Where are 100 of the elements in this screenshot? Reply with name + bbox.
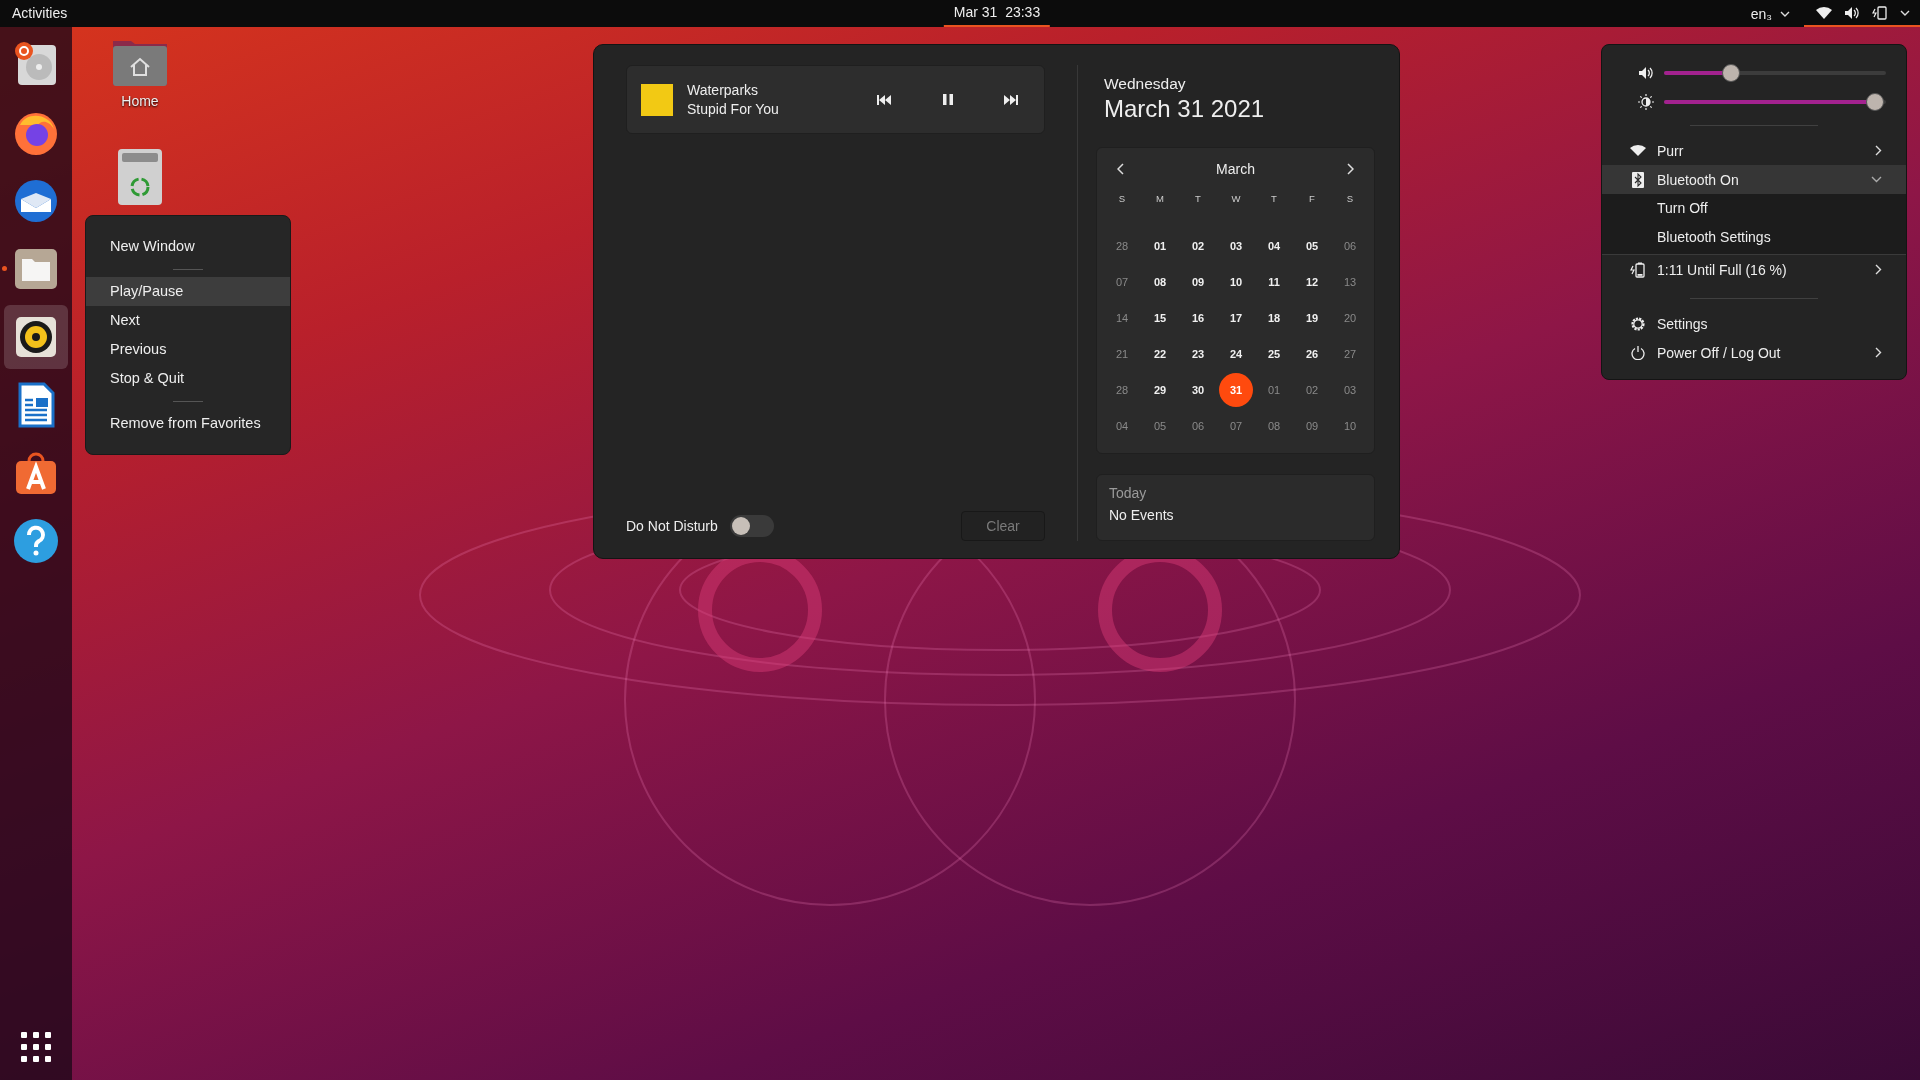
activities-button[interactable]: Activities xyxy=(0,0,80,27)
calendar-day[interactable]: 16 xyxy=(1181,301,1215,335)
weekday-header: T xyxy=(1194,192,1202,206)
speaker-icon xyxy=(1844,5,1860,20)
calendar-day[interactable]: 25 xyxy=(1257,337,1291,371)
calendar-day[interactable]: 08 xyxy=(1257,409,1291,443)
calendar-day[interactable]: 05 xyxy=(1295,229,1329,263)
calendar-day[interactable]: 10 xyxy=(1333,409,1367,443)
calendar-day[interactable]: 21 xyxy=(1105,337,1139,371)
toggle-switch[interactable] xyxy=(729,515,774,537)
chevron-right-icon xyxy=(1875,347,1882,358)
slider[interactable] xyxy=(1664,93,1886,111)
calendar-day[interactable]: 01 xyxy=(1143,229,1177,263)
calendar-day[interactable]: 24 xyxy=(1219,337,1253,371)
calendar-day[interactable]: 02 xyxy=(1181,229,1215,263)
calendar-day[interactable]: 04 xyxy=(1257,229,1291,263)
calendar-day[interactable]: 01 xyxy=(1257,373,1291,407)
calendar-day[interactable]: 09 xyxy=(1181,265,1215,299)
wifi-icon xyxy=(1630,144,1646,157)
weekday-header: F xyxy=(1308,192,1316,206)
calendar-day[interactable]: 28 xyxy=(1105,229,1139,263)
calendar-day[interactable]: 03 xyxy=(1333,373,1367,407)
bluetooth-icon xyxy=(1632,171,1644,188)
calendar-day[interactable]: 03 xyxy=(1219,229,1253,263)
slider[interactable] xyxy=(1664,64,1886,82)
desktop-icon-label: Home xyxy=(121,93,159,109)
weekday-header: S xyxy=(1117,192,1127,206)
menu-item[interactable]: Turn Off xyxy=(1602,194,1906,223)
calendar-day[interactable]: 29 xyxy=(1143,373,1177,407)
weekday-header: T xyxy=(1270,192,1278,206)
events-heading: Today xyxy=(1109,485,1148,501)
calendar-day[interactable]: 23 xyxy=(1181,337,1215,371)
menu-item[interactable]: Remove from Favorites xyxy=(86,409,290,438)
speaker-icon xyxy=(1638,66,1654,80)
chevron-right-icon xyxy=(1875,145,1882,156)
calendar-day[interactable]: 20 xyxy=(1333,301,1367,335)
settings-icon xyxy=(1630,315,1646,332)
calendar-day[interactable]: 06 xyxy=(1333,229,1367,263)
menu-item[interactable]: 1:11 Until Full (16 %) xyxy=(1602,255,1906,284)
calendar-day[interactable]: 04 xyxy=(1105,409,1139,443)
caret-icon xyxy=(1900,9,1910,16)
calendar-day[interactable]: 07 xyxy=(1105,265,1139,299)
caret-icon xyxy=(1780,10,1790,17)
brightness-icon xyxy=(1638,94,1654,110)
menu-item[interactable]: New Window xyxy=(86,232,290,261)
calendar-day[interactable]: 27 xyxy=(1333,337,1367,371)
battery-charging-icon xyxy=(1872,5,1888,20)
menu-item[interactable]: Next xyxy=(86,306,290,335)
next-track-icon[interactable] xyxy=(1004,94,1018,105)
calendar-day[interactable]: 26 xyxy=(1295,337,1329,371)
previous-track-icon[interactable] xyxy=(877,94,891,105)
album-art-placeholder xyxy=(641,83,673,116)
artist-name: Waterparks xyxy=(687,82,760,98)
events-text: No Events xyxy=(1109,507,1175,523)
track-title: Stupid For You xyxy=(687,101,780,117)
menu-item[interactable]: Power Off / Log Out xyxy=(1602,338,1906,367)
clock-button[interactable]: Mar 31 23:33 xyxy=(943,0,1051,27)
menu-item[interactable]: Bluetooth On xyxy=(1602,165,1906,194)
weekday-header: W xyxy=(1230,192,1242,206)
calendar-day[interactable]: 17 xyxy=(1219,301,1253,335)
wifi-icon xyxy=(1816,5,1832,20)
next-month-icon[interactable] xyxy=(1346,163,1354,175)
calendar-day[interactable]: 10 xyxy=(1219,265,1253,299)
calendar-day[interactable]: 05 xyxy=(1143,409,1177,443)
month-label: March xyxy=(1216,161,1255,177)
do-not-disturb-label: Do Not Disturb xyxy=(626,518,718,534)
calendar-day[interactable]: 28 xyxy=(1105,373,1139,407)
input-source-button[interactable]: en₃ xyxy=(1736,0,1804,27)
calendar-day[interactable]: 22 xyxy=(1143,337,1177,371)
calendar-day[interactable]: 19 xyxy=(1295,301,1329,335)
menu-item[interactable]: Play/Pause xyxy=(86,277,290,306)
pause-icon[interactable] xyxy=(942,94,953,105)
calendar-day[interactable]: 07 xyxy=(1219,409,1253,443)
calendar-day[interactable]: 09 xyxy=(1295,409,1329,443)
date-heading: March 31 2021 xyxy=(1104,95,1266,123)
chevron-right-icon xyxy=(1875,264,1882,275)
battery-charging-icon xyxy=(1630,261,1646,278)
calendar-day[interactable]: 14 xyxy=(1105,301,1139,335)
calendar-day[interactable]: 08 xyxy=(1143,265,1177,299)
calendar-day[interactable]: 15 xyxy=(1143,301,1177,335)
weekday-header: S xyxy=(1345,192,1355,206)
calendar-day[interactable]: 02 xyxy=(1295,373,1329,407)
chevron-down-icon xyxy=(1871,176,1882,183)
calendar-day[interactable]: 18 xyxy=(1257,301,1291,335)
menu-item[interactable]: Previous xyxy=(86,335,290,364)
power-icon xyxy=(1631,345,1645,360)
envelope-icon[interactable] xyxy=(12,177,60,225)
calendar-day[interactable]: 13 xyxy=(1333,265,1367,299)
menu-item[interactable]: Purr xyxy=(1602,136,1906,165)
menu-item[interactable]: Bluetooth Settings xyxy=(1602,223,1906,252)
help-icon[interactable] xyxy=(12,517,60,565)
calendar-day[interactable]: 11 xyxy=(1257,265,1291,299)
menu-item[interactable]: Settings xyxy=(1602,309,1906,338)
menu-item[interactable]: Stop & Quit xyxy=(86,364,290,393)
calendar-day[interactable]: 12 xyxy=(1295,265,1329,299)
dock-item-highlight[interactable] xyxy=(4,305,68,369)
calendar-day[interactable]: 06 xyxy=(1181,409,1215,443)
previous-month-icon[interactable] xyxy=(1117,163,1125,175)
calendar-day[interactable]: 30 xyxy=(1181,373,1215,407)
weekday-label: Wednesday xyxy=(1104,75,1187,93)
